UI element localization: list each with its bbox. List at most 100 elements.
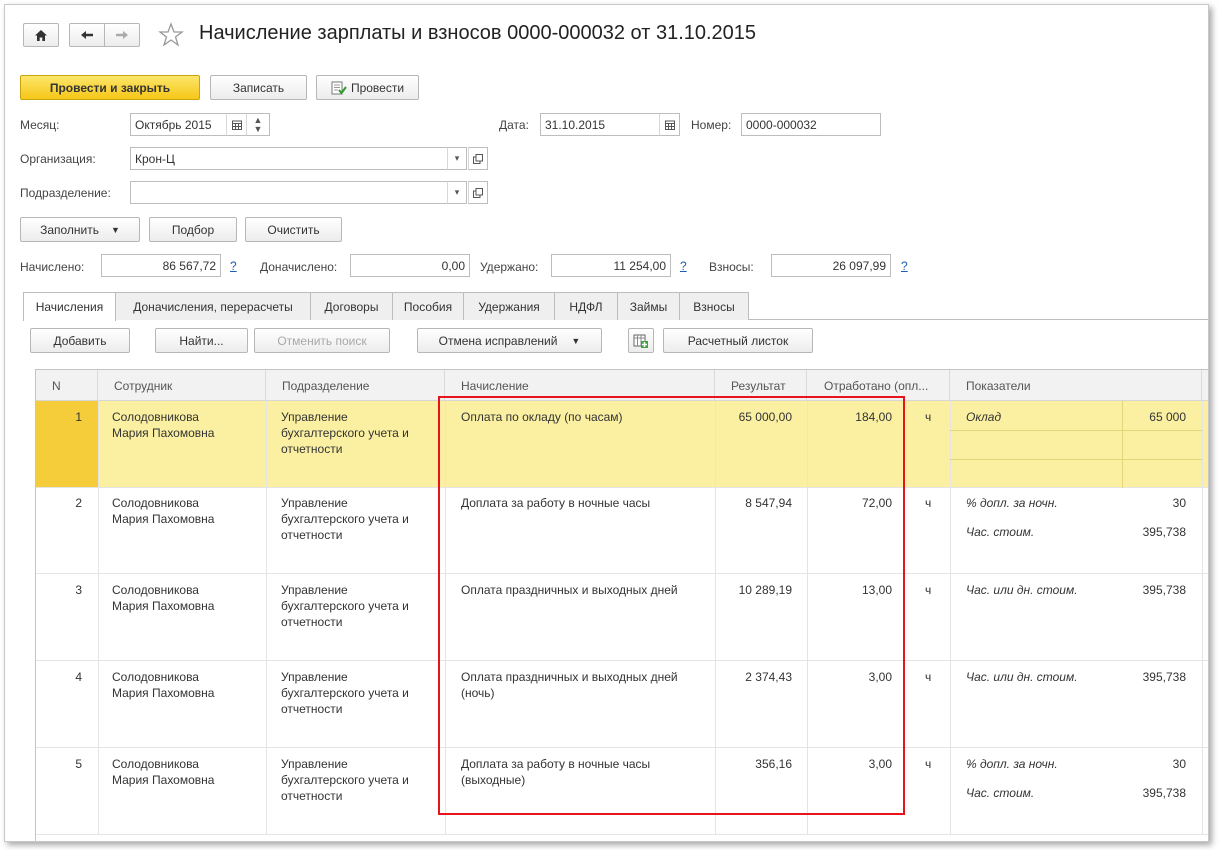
column-separator bbox=[98, 574, 99, 661]
chevron-down-icon: ▼ bbox=[571, 335, 581, 346]
employee-name-line1: Солодовникова bbox=[112, 583, 199, 597]
column-separator bbox=[266, 401, 267, 488]
tab-recalculations[interactable]: Доначисления, перерасчеты bbox=[115, 292, 311, 320]
department-field[interactable] bbox=[130, 181, 448, 204]
row-number: 5 bbox=[75, 757, 82, 771]
indicator-name: Час. или дн. стоим. bbox=[966, 670, 1078, 684]
accrual-line1: Доплата за работу в ночные часы bbox=[461, 496, 651, 510]
forward-button[interactable] bbox=[104, 23, 140, 47]
column-header-n[interactable]: N bbox=[36, 370, 98, 401]
department-line2: бухгалтерского учета и bbox=[281, 773, 409, 787]
worked-unit: ч bbox=[925, 583, 932, 597]
department-line3: отчетности bbox=[281, 615, 343, 629]
employee-name-line2: Мария Пахомовна bbox=[112, 773, 215, 787]
number-field[interactable]: 0000-000032 bbox=[741, 113, 881, 136]
organization-dropdown-button[interactable]: ▾ bbox=[447, 147, 467, 170]
department-dropdown-button[interactable]: ▾ bbox=[447, 181, 467, 204]
fill-button[interactable]: Заполнить ▼ bbox=[20, 217, 140, 242]
cancel-corrections-button[interactable]: Отмена исправлений ▼ bbox=[417, 328, 602, 353]
find-button[interactable]: Найти... bbox=[155, 328, 248, 353]
result-value: 356,16 bbox=[755, 757, 792, 771]
month-spinner[interactable]: ▲ ▼ bbox=[246, 113, 270, 136]
save-button[interactable]: Записать bbox=[210, 75, 307, 100]
organization-label: Организация: bbox=[20, 152, 96, 166]
column-header-result[interactable]: Результат bbox=[715, 370, 807, 401]
withheld-label: Удержано: bbox=[480, 260, 539, 274]
table-row[interactable]: 5 Солодовникова Мария Пахомовна Управление б… bbox=[36, 748, 1208, 835]
chevron-down-icon: ▼ bbox=[111, 224, 120, 235]
additional-label: Доначислено: bbox=[260, 260, 338, 274]
tab-benefits[interactable]: Пособия bbox=[392, 292, 464, 320]
indicator-subrow-divider bbox=[950, 459, 1202, 460]
date-field[interactable]: 31.10.2015 bbox=[540, 113, 660, 136]
department-open-button[interactable] bbox=[468, 181, 488, 204]
accrued-help-link[interactable]: ? bbox=[230, 259, 237, 273]
table-row[interactable]: 4 Солодовникова Мария Пахомовна Управление б… bbox=[36, 661, 1208, 748]
table-row[interactable]: 3 Солодовникова Мария Пахомовна Управление б… bbox=[36, 574, 1208, 661]
indicator-name: Час. стоим. bbox=[966, 525, 1035, 539]
month-field[interactable]: Октябрь 2015 bbox=[130, 113, 227, 136]
payslip-button[interactable]: Расчетный листок bbox=[663, 328, 813, 353]
tab-loans[interactable]: Займы bbox=[617, 292, 680, 320]
table-row[interactable]: 1 Солодовникова Мария Пахомовна Управление б… bbox=[36, 401, 1208, 488]
worked-value: 184,00 bbox=[855, 410, 892, 424]
column-separator bbox=[98, 401, 99, 488]
result-value: 2 374,43 bbox=[745, 670, 792, 684]
column-settings-button[interactable] bbox=[628, 328, 654, 353]
column-separator bbox=[445, 487, 446, 574]
column-header-employee[interactable]: Сотрудник bbox=[98, 370, 266, 401]
tab-accruals[interactable]: Начисления bbox=[23, 292, 116, 321]
contributions-label: Взносы: bbox=[709, 260, 754, 274]
select-button[interactable]: Подбор bbox=[149, 217, 237, 242]
accrual-line1: Оплата праздничных и выходных дней bbox=[461, 583, 678, 597]
fill-button-label: Заполнить bbox=[40, 222, 99, 237]
department-line1: Управление bbox=[281, 410, 348, 424]
tab-contributions[interactable]: Взносы bbox=[679, 292, 749, 320]
number-label: Номер: bbox=[691, 118, 732, 132]
indicator-value: 30 bbox=[1172, 496, 1186, 510]
add-row-button[interactable]: Добавить bbox=[30, 328, 130, 353]
column-separator bbox=[950, 661, 951, 748]
department-label: Подразделение: bbox=[20, 186, 111, 200]
column-separator bbox=[1202, 401, 1203, 488]
indicator-value: 395,738 bbox=[1142, 670, 1186, 684]
withheld-help-link[interactable]: ? bbox=[680, 259, 687, 273]
column-header-worked[interactable]: Отработано (опл... bbox=[807, 370, 950, 401]
tab-ndfl[interactable]: НДФЛ bbox=[554, 292, 618, 320]
worked-unit: ч bbox=[925, 757, 932, 771]
department-line2: бухгалтерского учета и bbox=[281, 426, 409, 440]
column-header-indicators[interactable]: Показатели bbox=[950, 370, 1202, 401]
withheld-field[interactable]: 11 254,00 bbox=[551, 254, 671, 277]
spin-down-icon: ▼ bbox=[253, 123, 263, 134]
row-number: 4 bbox=[75, 670, 82, 684]
column-separator bbox=[950, 748, 951, 835]
favorite-button[interactable] bbox=[158, 22, 184, 48]
column-separator bbox=[950, 401, 951, 488]
accrued-field[interactable]: 86 567,72 bbox=[101, 254, 221, 277]
contributions-field[interactable]: 26 097,99 bbox=[771, 254, 891, 277]
post-button[interactable]: Провести bbox=[316, 75, 419, 100]
indicator-value: 395,738 bbox=[1142, 583, 1186, 597]
organization-field[interactable]: Крон-Ц bbox=[130, 147, 448, 170]
organization-open-button[interactable] bbox=[468, 147, 488, 170]
back-button[interactable] bbox=[69, 23, 105, 47]
clear-button[interactable]: Очистить bbox=[245, 217, 342, 242]
additional-field[interactable]: 0,00 bbox=[350, 254, 470, 277]
column-header-department[interactable]: Подразделение bbox=[266, 370, 445, 401]
column-separator bbox=[266, 487, 267, 574]
month-calendar-button[interactable] bbox=[226, 113, 247, 136]
star-icon bbox=[158, 22, 184, 47]
indicator-value: 395,738 bbox=[1142, 786, 1186, 800]
home-button[interactable] bbox=[23, 23, 59, 47]
tab-contracts[interactable]: Договоры bbox=[310, 292, 393, 320]
tab-deductions[interactable]: Удержания bbox=[463, 292, 555, 320]
contributions-help-link[interactable]: ? bbox=[901, 259, 908, 273]
table-row[interactable]: 2 Солодовникова Мария Пахомовна Управление б… bbox=[36, 487, 1208, 574]
post-and-close-button[interactable]: Провести и закрыть bbox=[20, 75, 200, 100]
accrual-line1: Доплата за работу в ночные часы bbox=[461, 757, 651, 771]
column-header-accrual[interactable]: Начисление bbox=[445, 370, 715, 401]
cancel-search-button[interactable]: Отменить поиск bbox=[254, 328, 390, 353]
employee-name-line1: Солодовникова bbox=[112, 757, 199, 771]
department-line3: отчетности bbox=[281, 528, 343, 542]
date-calendar-button[interactable] bbox=[659, 113, 680, 136]
